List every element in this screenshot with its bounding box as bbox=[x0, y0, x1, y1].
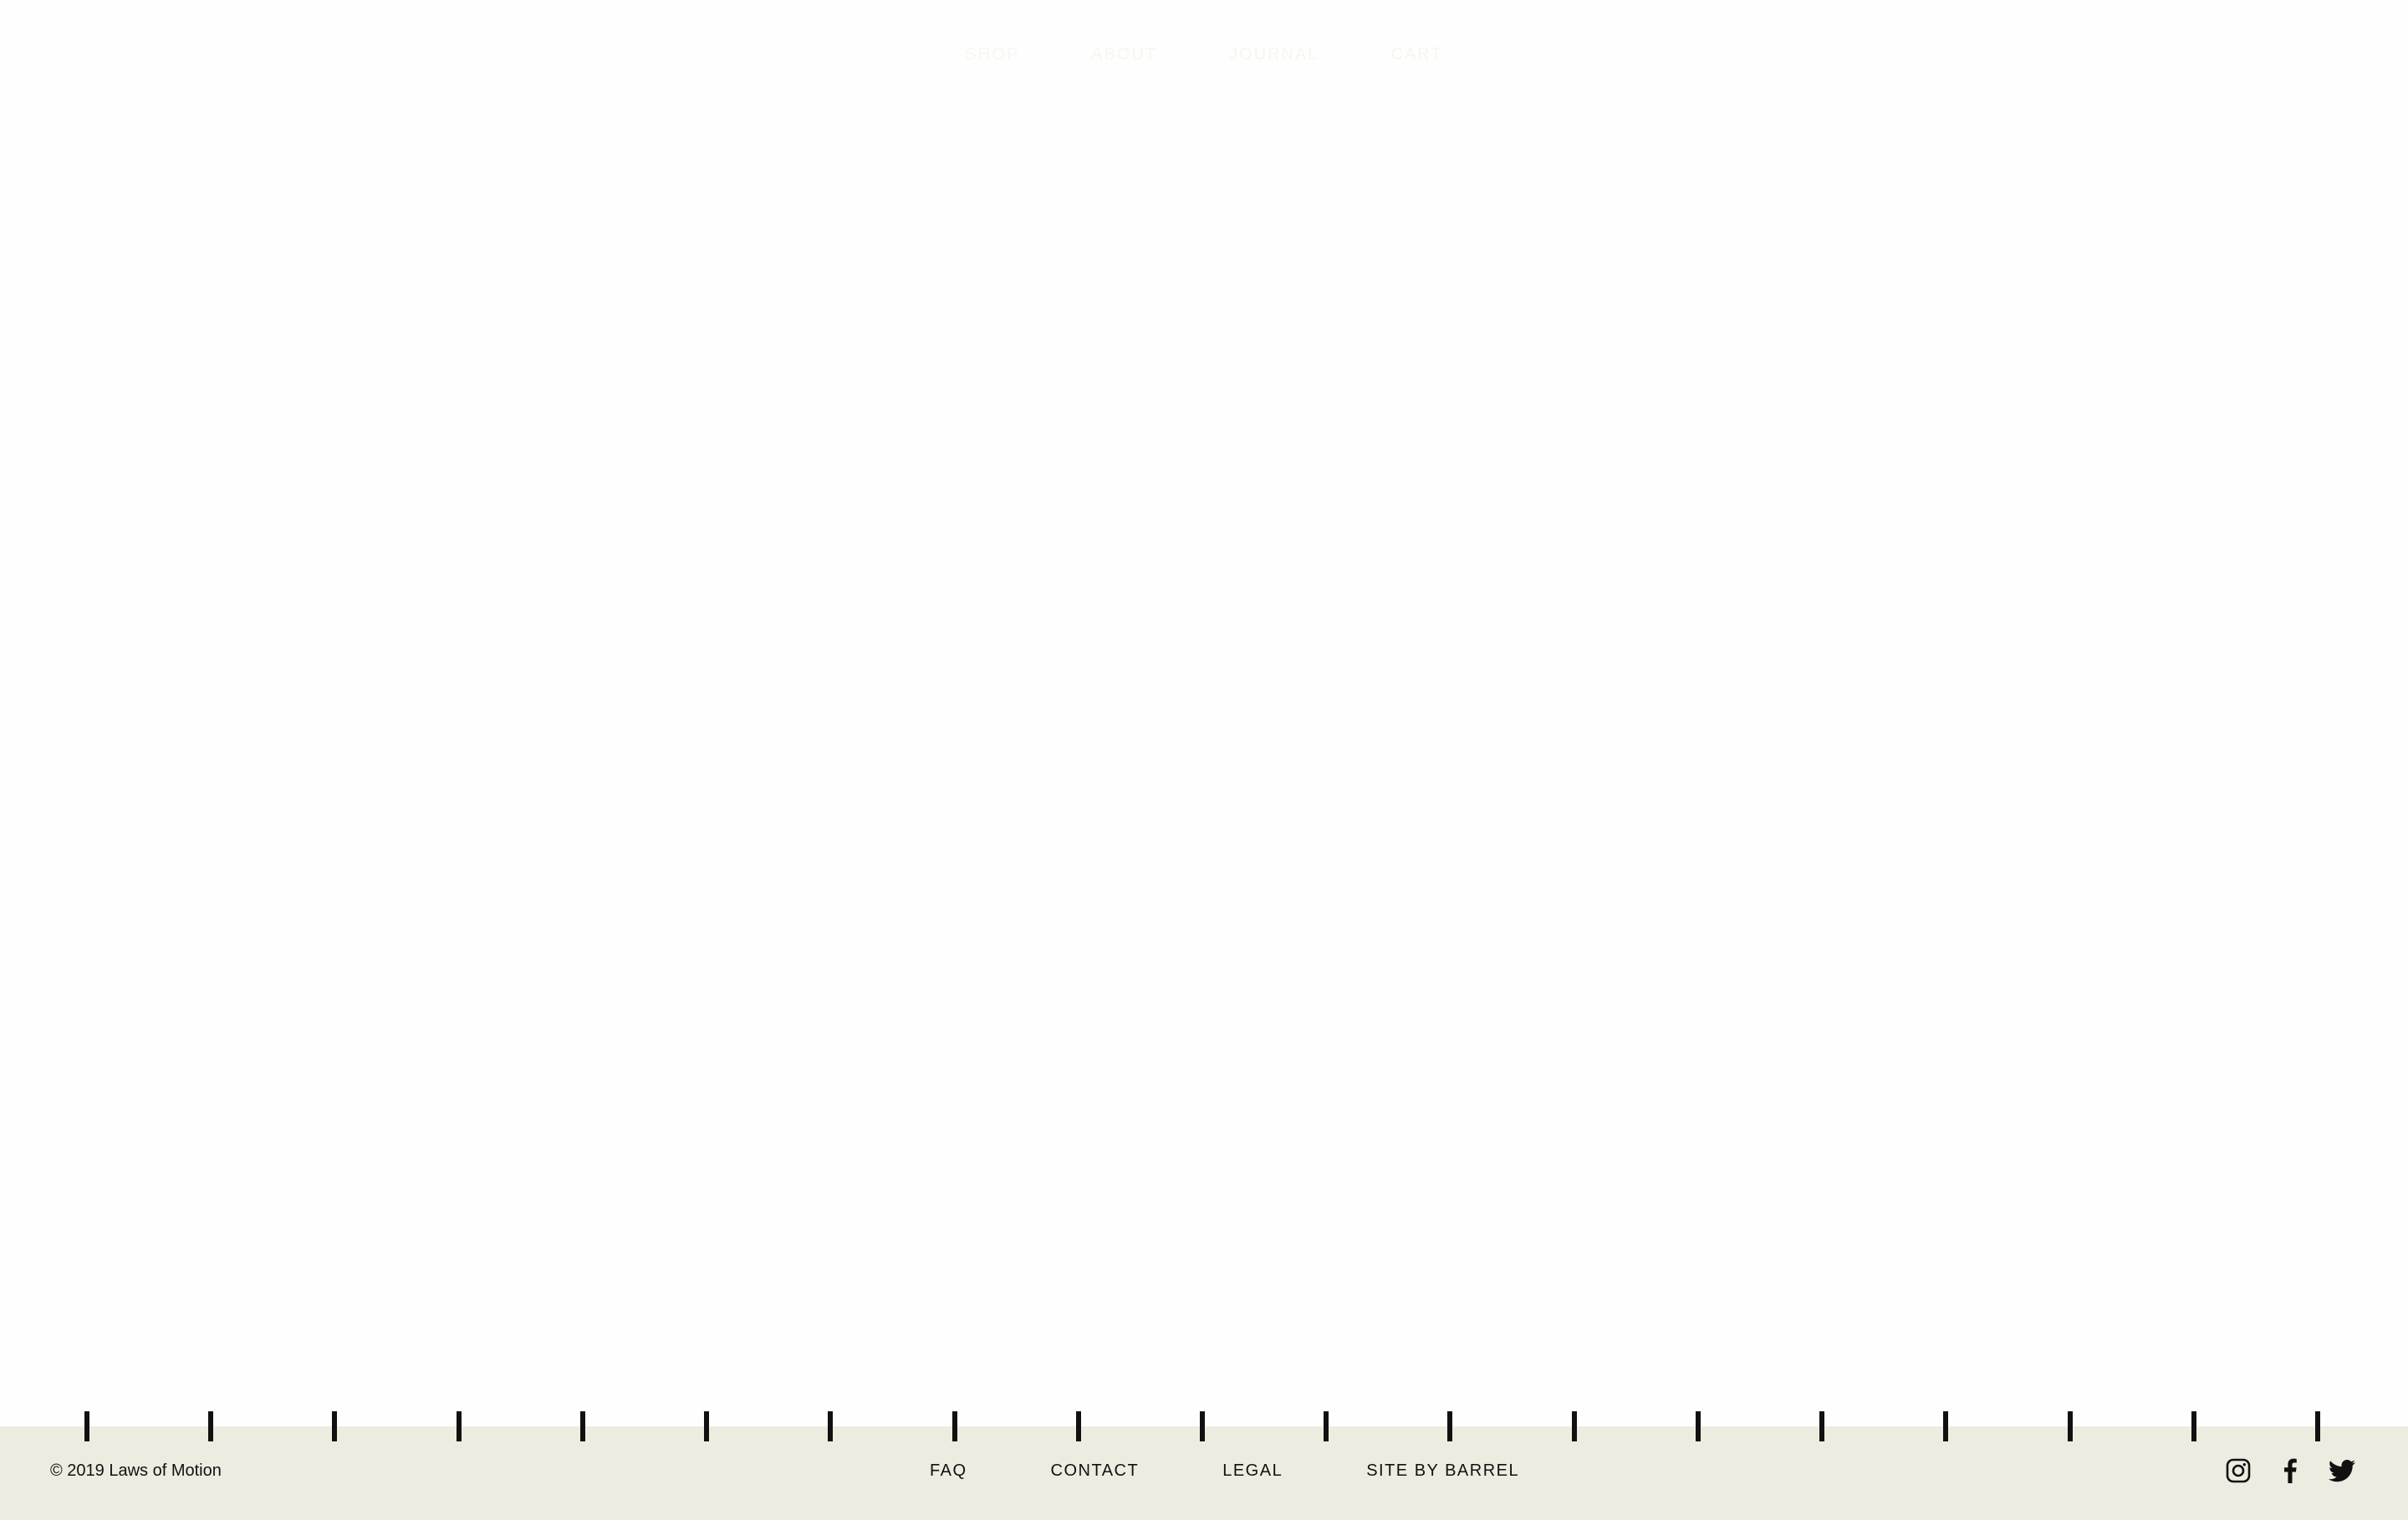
ruler-tick bbox=[704, 1411, 709, 1441]
copyright-text: © 2019 Laws of Motion bbox=[50, 1461, 222, 1480]
top-nav: SHOP ABOUT JOURNAL CART bbox=[0, 45, 2408, 64]
footer-link-faq[interactable]: FAQ bbox=[930, 1461, 967, 1481]
ruler-tick bbox=[2068, 1411, 2073, 1441]
footer-link-legal[interactable]: LEGAL bbox=[1222, 1461, 1283, 1481]
ruler-tick bbox=[1200, 1411, 1205, 1441]
ruler-tick bbox=[580, 1411, 585, 1441]
ruler-tick bbox=[952, 1411, 957, 1441]
nav-item-cart[interactable]: CART bbox=[1390, 45, 1442, 64]
facebook-icon[interactable] bbox=[2276, 1456, 2304, 1485]
ruler-tick bbox=[2315, 1411, 2320, 1441]
ruler-tick bbox=[1819, 1411, 1824, 1441]
ruler-tick bbox=[1447, 1411, 1452, 1441]
ruler-tick bbox=[84, 1411, 89, 1441]
nav-item-about[interactable]: ABOUT bbox=[1091, 45, 1157, 64]
ruler-tick bbox=[1076, 1411, 1081, 1441]
social-links bbox=[2224, 1456, 2356, 1485]
ruler-ticks bbox=[0, 1411, 2408, 1441]
instagram-icon[interactable] bbox=[2224, 1456, 2252, 1485]
nav-item-journal[interactable]: JOURNAL bbox=[1229, 45, 1319, 64]
footer-link-site-by-barrel[interactable]: SITE BY BARREL bbox=[1366, 1461, 1519, 1481]
footer-links: FAQ CONTACT LEGAL SITE BY BARREL bbox=[930, 1461, 1519, 1481]
ruler-tick bbox=[828, 1411, 833, 1441]
ruler-tick bbox=[332, 1411, 337, 1441]
page: SHOP ABOUT JOURNAL CART © 2019 Laws of M… bbox=[0, 0, 2408, 1520]
ruler-tick bbox=[1943, 1411, 1948, 1441]
ruler-tick bbox=[2191, 1411, 2196, 1441]
ruler-tick bbox=[208, 1411, 213, 1441]
ruler-tick bbox=[1324, 1411, 1329, 1441]
ruler-tick bbox=[1696, 1411, 1701, 1441]
ruler-tick bbox=[457, 1411, 462, 1441]
nav-item-shop[interactable]: SHOP bbox=[965, 45, 1019, 64]
ruler-tick bbox=[1572, 1411, 1577, 1441]
footer-link-contact[interactable]: CONTACT bbox=[1051, 1461, 1140, 1481]
twitter-icon[interactable] bbox=[2328, 1456, 2356, 1485]
